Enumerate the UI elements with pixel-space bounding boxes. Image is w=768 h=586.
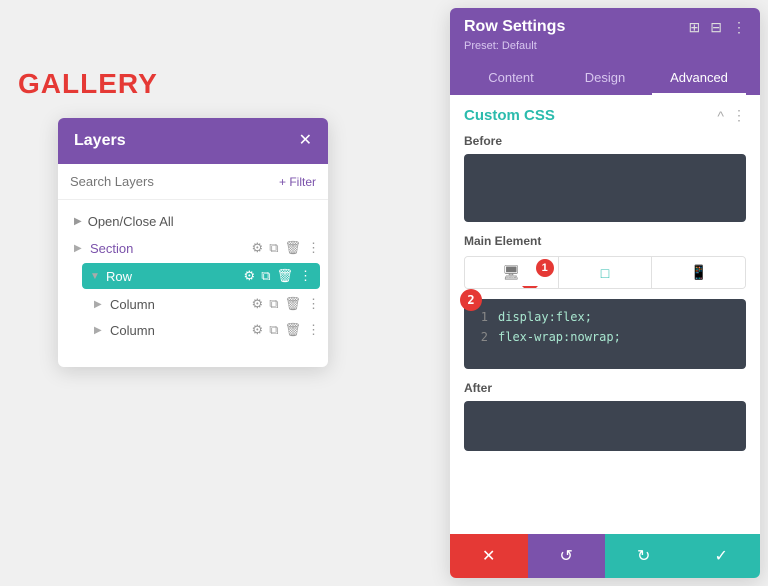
tab-content[interactable]: Content [464,62,558,95]
open-close-all-row[interactable]: ▶ Open/Close All [58,208,328,235]
col2-more-icon[interactable]: ⋮ [307,322,320,338]
col1-more-icon[interactable]: ⋮ [307,296,320,312]
layers-filter-button[interactable]: + Filter [279,175,316,189]
save-button[interactable]: ✓ [683,534,761,578]
col2-duplicate-icon[interactable]: ⧉ [269,322,278,338]
section-delete-icon[interactable]: 🗑 [284,240,301,256]
tablet-icon: □ [601,265,609,281]
col2-label: Column [110,323,248,338]
col2-expand-icon: ▶ [94,325,106,336]
css-more-icon[interactable]: ⋮ [732,107,746,124]
layer-section-row[interactable]: ▶ Section ⚙ ⧉ 🗑 ⋮ [58,235,328,261]
col1-expand-icon: ▶ [94,299,106,310]
layers-header: Layers ✕ [58,118,328,164]
row-settings-header: Row Settings ⊞ ⊟ ⋮ Preset: Default Conte… [450,8,760,95]
code-line-num-2: 2 [474,327,488,347]
col1-icons: ⚙ ⧉ 🗑 ⋮ [252,296,320,312]
tab-advanced[interactable]: Advanced [652,62,746,95]
row-more-icon[interactable]: ⋮ [299,268,312,284]
layer-row-row[interactable]: ▼ Row ⚙ ⧉ 🗑 ⋮ [82,263,320,289]
row-delete-icon[interactable]: 🗑 [276,268,293,284]
section-more-icon[interactable]: ⋮ [307,240,320,256]
redo-button[interactable]: ↻ [605,534,683,578]
css-section-icons: ^ ⋮ [717,107,746,124]
code-line-text-1: display:flex; [498,307,592,327]
rs-footer: ✕ ↺ ↻ ✓ [450,534,760,578]
main-element-label: Main Element [464,234,746,248]
col2-settings-icon[interactable]: ⚙ [252,322,264,338]
tab-design[interactable]: Design [558,62,652,95]
tablet-device-button[interactable]: □ [559,257,653,288]
code-line-1: 1 display:flex; [474,307,736,327]
col1-duplicate-icon[interactable]: ⧉ [269,296,278,312]
section-settings-icon[interactable]: ⚙ [252,240,264,256]
col1-settings-icon[interactable]: ⚙ [252,296,264,312]
open-close-all-label: Open/Close All [88,214,174,229]
before-textarea[interactable] [464,154,746,222]
code-badge: 2 [460,289,482,311]
code-editor-area[interactable]: 2 1 display:flex; 2 flex-wrap:nowrap; [464,299,746,369]
rs-fullscreen-icon[interactable]: ⊞ [689,19,701,36]
device-badge: 1 [536,259,554,277]
mobile-icon: 📱 [690,264,707,280]
col1-delete-icon[interactable]: 🗑 [284,296,301,312]
rs-body: Custom CSS ^ ⋮ Before Main Element 🖥 1 □ [450,95,760,534]
row-settings-title: Row Settings [464,18,565,36]
css-collapse-icon[interactable]: ^ [717,108,724,124]
code-line-text-2: flex-wrap:nowrap; [498,327,621,347]
cancel-button[interactable]: ✕ [450,534,528,578]
custom-css-section-header: Custom CSS ^ ⋮ [464,107,746,124]
col2-icons: ⚙ ⧉ 🗑 ⋮ [252,322,320,338]
row-duplicate-icon[interactable]: ⧉ [261,268,270,284]
after-label: After [464,381,746,395]
section-expand-icon: ▶ [74,243,86,254]
rs-header-icons: ⊞ ⊟ ⋮ [689,19,746,36]
layers-search-bar: + Filter [58,164,328,200]
row-expand-icon: ▼ [90,271,102,282]
device-buttons-group: 🖥 1 □ 📱 [464,256,746,289]
desktop-icon: 🖥 [502,264,520,280]
layer-col2-row[interactable]: ▶ Column ⚙ ⧉ 🗑 ⋮ [58,317,328,343]
rs-tabs: Content Design Advanced [464,62,746,95]
rs-more-icon[interactable]: ⋮ [732,19,746,36]
col1-label: Column [110,297,248,312]
desktop-device-button[interactable]: 🖥 1 [465,257,559,288]
row-icons: ⚙ ⧉ 🗑 ⋮ [244,268,312,284]
row-settings-panel: Row Settings ⊞ ⊟ ⋮ Preset: Default Conte… [450,8,760,578]
section-duplicate-icon[interactable]: ⧉ [269,240,278,256]
section-icons: ⚙ ⧉ 🗑 ⋮ [252,240,320,256]
undo-button[interactable]: ↺ [528,534,606,578]
device-badge-arrow [522,286,538,289]
row-label: Row [106,269,240,284]
layers-panel: Layers ✕ + Filter ▶ Open/Close All ▶ Sec… [58,118,328,367]
layer-col1-row[interactable]: ▶ Column ⚙ ⧉ 🗑 ⋮ [58,291,328,317]
mobile-device-button[interactable]: 📱 [652,257,745,288]
col2-delete-icon[interactable]: 🗑 [284,322,301,338]
gallery-label: GALLERY [18,68,158,100]
rs-preset-label[interactable]: Preset: Default [464,40,746,52]
layers-search-input[interactable] [70,174,271,189]
layers-body: ▶ Open/Close All ▶ Section ⚙ ⧉ 🗑 ⋮ ▼ Row… [58,200,328,367]
rs-title-row: Row Settings ⊞ ⊟ ⋮ [464,18,746,36]
after-textarea[interactable] [464,401,746,451]
layers-close-button[interactable]: ✕ [299,133,312,149]
before-label: Before [464,134,746,148]
row-settings-icon[interactable]: ⚙ [244,268,256,284]
section-label: Section [90,241,248,256]
custom-css-title: Custom CSS [464,107,555,124]
layers-title: Layers [74,132,126,150]
code-line-num-1: 1 [474,307,488,327]
code-line-2: 2 flex-wrap:nowrap; [474,327,736,347]
open-close-arrow-icon: ▶ [74,216,82,227]
rs-split-icon[interactable]: ⊟ [710,19,722,36]
